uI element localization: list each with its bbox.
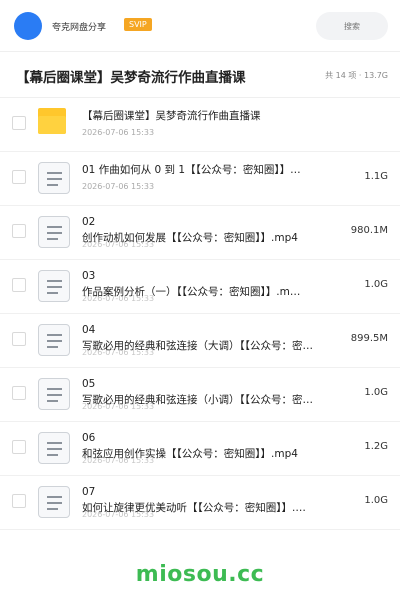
file-name: 07 如何让旋律更优美动听【【公众号：密知圈】】.… (82, 484, 337, 516)
file-name-line2: 写歌必用的经典和弦连接（小调）【【公众号：密… (82, 394, 313, 406)
list-item[interactable]: 2026-07-06 15:33 07 如何让旋律更优美动听【【公众号：密知圈】… (0, 476, 400, 530)
share-meta: 共 14 项 · 13.7G (325, 71, 388, 80)
file-name: 06 和弦应用创作实操【【公众号：密知圈】】.mp4 (82, 430, 337, 462)
search-input[interactable] (316, 12, 388, 40)
file-name-line1: 04 (82, 324, 96, 336)
file-name-line1: 02 (82, 216, 96, 228)
document-icon (38, 162, 70, 194)
list-item[interactable]: 2026-07-06 15:33 02 创作动机如何发展【【公众号：密知圈】】.… (0, 206, 400, 260)
file-size: 1.0G (364, 279, 388, 290)
page-title: 【幕后圈课堂】吴梦奇流行作曲直播课 (16, 70, 246, 86)
file-name: 04 写歌必用的经典和弦连接（大调）【【公众号：密… (82, 322, 337, 354)
document-icon (38, 432, 70, 464)
document-icon (38, 378, 70, 410)
file-size: 1.2G (364, 441, 388, 452)
file-name-line2: 写歌必用的经典和弦连接（大调）【【公众号：密… (82, 340, 313, 352)
file-name-line1: 07 (82, 486, 96, 498)
select-checkbox[interactable] (12, 170, 26, 184)
document-icon (38, 324, 70, 356)
file-size: 899.5M (350, 333, 388, 344)
file-name-line1: 06 (82, 432, 96, 444)
list-item[interactable]: 2026-07-06 15:33 04 写歌必用的经典和弦连接（大调）【【公众号… (0, 314, 400, 368)
watermark: miosou.cc (135, 562, 265, 587)
list-item[interactable]: 2026-07-06 15:33 05 写歌必用的经典和弦连接（小调）【【公众号… (0, 368, 400, 422)
file-name-line1: 05 (82, 378, 96, 390)
file-size: 1.0G (364, 387, 388, 398)
document-icon (38, 270, 70, 302)
top-bar: 夸克网盘分享 SVIP (0, 0, 400, 52)
select-checkbox[interactable] (12, 332, 26, 346)
file-name: 05 写歌必用的经典和弦连接（小调）【【公众号：密… (82, 376, 337, 408)
file-name-line2: 创作动机如何发展【【公众号：密知圈】】.mp4 (82, 232, 298, 244)
file-name: 【幕后圈课堂】吴梦奇流行作曲直播课 (82, 110, 261, 122)
file-date: 2026-07-06 15:33 (82, 128, 155, 137)
share-title-bar: 【幕后圈课堂】吴梦奇流行作曲直播课 共 14 项 · 13.7G (0, 52, 400, 98)
brand-name: 夸克网盘分享 (52, 23, 107, 33)
svip-badge: SVIP (124, 18, 152, 31)
list-item[interactable]: 2026-07-06 15:33 06 和弦应用创作实操【【公众号：密知圈】】.… (0, 422, 400, 476)
file-name-line2: 如何让旋律更优美动听【【公众号：密知圈】】.… (82, 502, 306, 514)
list-item-folder[interactable]: 【幕后圈课堂】吴梦奇流行作曲直播课 2026-07-06 15:33 (0, 98, 400, 152)
document-icon (38, 216, 70, 248)
file-name: 01 作曲如何从 0 到 1【【公众号：密知圈】】… (82, 164, 301, 176)
file-name-line2: 作品案例分析（一）【【公众号：密知圈】】.m… (82, 286, 301, 298)
select-checkbox[interactable] (12, 386, 26, 400)
share-page: 夸克网盘分享 SVIP 【幕后圈课堂】吴梦奇流行作曲直播课 共 14 项 · 1… (0, 0, 400, 600)
select-checkbox[interactable] (12, 278, 26, 292)
select-checkbox[interactable] (12, 116, 26, 130)
file-size: 980.1M (350, 225, 388, 236)
file-date: 2026-07-06 15:33 (82, 182, 155, 191)
file-size: 1.0G (364, 495, 388, 506)
folder-icon (38, 108, 70, 140)
file-name: 03 作品案例分析（一）【【公众号：密知圈】】.m… (82, 268, 337, 300)
file-name-line1: 03 (82, 270, 96, 282)
file-size: 1.1G (364, 171, 388, 182)
file-name-line2: 和弦应用创作实操【【公众号：密知圈】】.mp4 (82, 448, 298, 460)
avatar[interactable] (14, 12, 42, 40)
document-icon (38, 486, 70, 518)
select-checkbox[interactable] (12, 494, 26, 508)
list-item[interactable]: 2026-07-06 15:33 03 作品案例分析（一）【【公众号：密知圈】】… (0, 260, 400, 314)
list-item[interactable]: 01 作曲如何从 0 到 1【【公众号：密知圈】】… 2026-07-06 15… (0, 152, 400, 206)
select-checkbox[interactable] (12, 224, 26, 238)
select-checkbox[interactable] (12, 440, 26, 454)
file-name: 02 创作动机如何发展【【公众号：密知圈】】.mp4 (82, 214, 337, 246)
